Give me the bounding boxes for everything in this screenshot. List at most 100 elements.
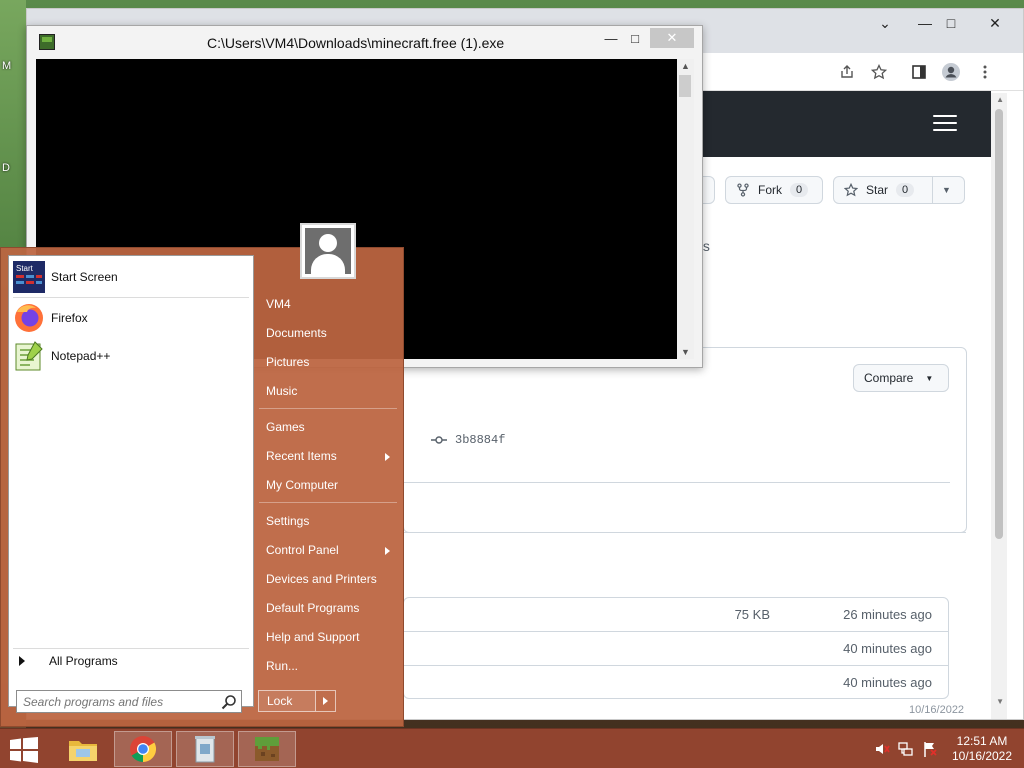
file-row[interactable]: 40 minutes ago bbox=[404, 632, 948, 666]
taskbar-recycle-bin[interactable] bbox=[176, 731, 234, 767]
all-programs-label: All Programs bbox=[49, 654, 118, 668]
fork-label: Fork bbox=[758, 183, 782, 197]
program-label: Firefox bbox=[51, 311, 88, 325]
start-item-recent-items[interactable]: Recent Items bbox=[266, 449, 337, 463]
fork-icon bbox=[737, 183, 749, 197]
compare-label: Compare bbox=[864, 371, 914, 385]
share-icon[interactable] bbox=[835, 61, 859, 83]
file-list: 75 KB 26 minutes ago 40 minutes ago 40 m… bbox=[403, 597, 949, 699]
search-programs-field[interactable] bbox=[16, 690, 242, 713]
start-item-games[interactable]: Games bbox=[266, 420, 305, 434]
clock-time: 12:51 AM bbox=[956, 734, 1008, 748]
start-item-my-computer[interactable]: My Computer bbox=[266, 478, 338, 492]
program-label: Notepad++ bbox=[51, 349, 111, 363]
partial-date-text: 10/16/2022 bbox=[909, 704, 965, 716]
file-row[interactable]: 40 minutes ago bbox=[404, 666, 948, 700]
console-close-button[interactable]: ✕ bbox=[650, 28, 694, 48]
file-size: 75 KB bbox=[734, 607, 770, 622]
star-dropdown-icon[interactable]: ▼ bbox=[942, 185, 951, 195]
compare-dropdown-icon: ▼ bbox=[925, 373, 934, 383]
start-item-control-panel[interactable]: Control Panel bbox=[266, 543, 339, 557]
volume-muted-icon[interactable] bbox=[874, 741, 890, 757]
start-item-default-programs[interactable]: Default Programs bbox=[266, 601, 359, 615]
start-item-user[interactable]: VM4 bbox=[266, 297, 291, 311]
console-minimize-button[interactable]: — bbox=[601, 28, 621, 48]
desktop-icon-label[interactable]: M bbox=[2, 60, 11, 72]
start-item-pictures[interactable]: Pictures bbox=[266, 355, 309, 369]
chrome-icon bbox=[130, 736, 157, 763]
notepad-plus-plus-item[interactable]: Notepad++ bbox=[13, 339, 249, 373]
commit-icon bbox=[431, 436, 447, 444]
browser-scrollbar[interactable] bbox=[991, 93, 1007, 719]
close-button[interactable]: ✕ bbox=[975, 11, 1015, 35]
firefox-icon bbox=[15, 304, 43, 332]
console-maximize-button[interactable]: □ bbox=[625, 28, 645, 48]
minecraft-icon bbox=[39, 34, 55, 50]
scrollbar-thumb[interactable] bbox=[679, 75, 691, 97]
taskbar-minecraft[interactable] bbox=[238, 731, 296, 767]
file-time: 40 minutes ago bbox=[843, 641, 932, 656]
expand-arrow-icon bbox=[19, 656, 25, 666]
scroll-down-arrow[interactable]: ▼ bbox=[996, 697, 1004, 706]
file-row[interactable]: 75 KB 26 minutes ago bbox=[404, 598, 948, 632]
submenu-arrow-icon bbox=[385, 547, 390, 555]
start-item-help-support[interactable]: Help and Support bbox=[266, 630, 359, 644]
firefox-item[interactable]: Firefox bbox=[13, 301, 249, 335]
console-scrollbar[interactable]: ▲ ▼ bbox=[677, 59, 694, 359]
notepad-plus-plus-icon bbox=[15, 341, 43, 371]
profile-avatar[interactable] bbox=[939, 61, 963, 83]
start-item-documents[interactable]: Documents bbox=[266, 326, 327, 340]
tab-search-button[interactable]: ⌄ bbox=[865, 11, 905, 35]
scroll-down-arrow[interactable]: ▼ bbox=[677, 345, 694, 359]
side-panel-icon[interactable] bbox=[907, 61, 931, 83]
taskbar-file-explorer[interactable] bbox=[54, 731, 112, 767]
user-avatar[interactable] bbox=[300, 223, 356, 279]
minecraft-icon bbox=[255, 737, 279, 761]
submenu-arrow-icon bbox=[385, 453, 390, 461]
bookmark-star-icon[interactable] bbox=[867, 61, 891, 83]
star-count: 0 bbox=[896, 183, 915, 197]
github-header bbox=[703, 91, 991, 157]
fork-button[interactable]: Fork 0 bbox=[725, 176, 823, 204]
star-label: Star bbox=[866, 183, 889, 197]
scroll-up-arrow[interactable]: ▲ bbox=[996, 95, 1004, 104]
compare-button[interactable]: Compare ▼ bbox=[853, 364, 949, 392]
scrollbar-thumb[interactable] bbox=[995, 109, 1003, 539]
all-programs-button[interactable]: All Programs bbox=[19, 654, 118, 668]
search-input[interactable] bbox=[17, 691, 213, 712]
commit-link[interactable]: 3b8884f bbox=[431, 433, 505, 447]
star-icon bbox=[844, 183, 858, 197]
action-center-flag-icon[interactable] bbox=[922, 741, 938, 757]
arrow-right-icon bbox=[323, 697, 328, 705]
windows-start-icon[interactable] bbox=[8, 737, 40, 763]
network-icon[interactable] bbox=[898, 741, 914, 757]
lock-button[interactable]: Lock bbox=[258, 690, 316, 712]
browser-menu-icon[interactable] bbox=[973, 61, 997, 83]
start-screen-icon: Start bbox=[13, 261, 45, 293]
start-item-run[interactable]: Run... bbox=[266, 659, 298, 673]
file-time: 40 minutes ago bbox=[843, 675, 932, 690]
programs-pane: Start Start Screen Firefox Notepad++ All… bbox=[8, 255, 254, 707]
desktop-icon-label[interactable]: D bbox=[2, 162, 10, 174]
program-label: Start Screen bbox=[51, 270, 118, 284]
clock-date: 10/16/2022 bbox=[951, 749, 1013, 763]
file-time: 26 minutes ago bbox=[843, 607, 932, 622]
star-button[interactable]: Star 0 ▼ bbox=[833, 176, 965, 204]
start-item-music[interactable]: Music bbox=[266, 384, 297, 398]
scroll-up-arrow[interactable]: ▲ bbox=[677, 59, 694, 73]
taskbar: 12:51 AM 10/16/2022 bbox=[0, 728, 1024, 768]
system-clock[interactable]: 12:51 AM 10/16/2022 bbox=[944, 734, 1020, 764]
recycle-bin-icon bbox=[195, 736, 215, 763]
commit-hash-text[interactable]: 3b8884f bbox=[455, 433, 505, 447]
console-title: C:\Users\VM4\Downloads\minecraft.free (1… bbox=[207, 35, 505, 51]
taskbar-chrome[interactable] bbox=[114, 731, 172, 767]
file-explorer-icon bbox=[69, 741, 97, 761]
maximize-button[interactable]: □ bbox=[931, 11, 971, 35]
start-screen-item[interactable]: Start Start Screen bbox=[13, 260, 249, 294]
start-item-settings[interactable]: Settings bbox=[266, 514, 309, 528]
hamburger-menu-icon[interactable] bbox=[933, 115, 957, 131]
fork-count: 0 bbox=[790, 183, 809, 197]
search-icon[interactable] bbox=[221, 694, 237, 710]
power-options-arrow[interactable] bbox=[316, 690, 336, 712]
start-item-devices-printers[interactable]: Devices and Printers bbox=[266, 572, 377, 586]
